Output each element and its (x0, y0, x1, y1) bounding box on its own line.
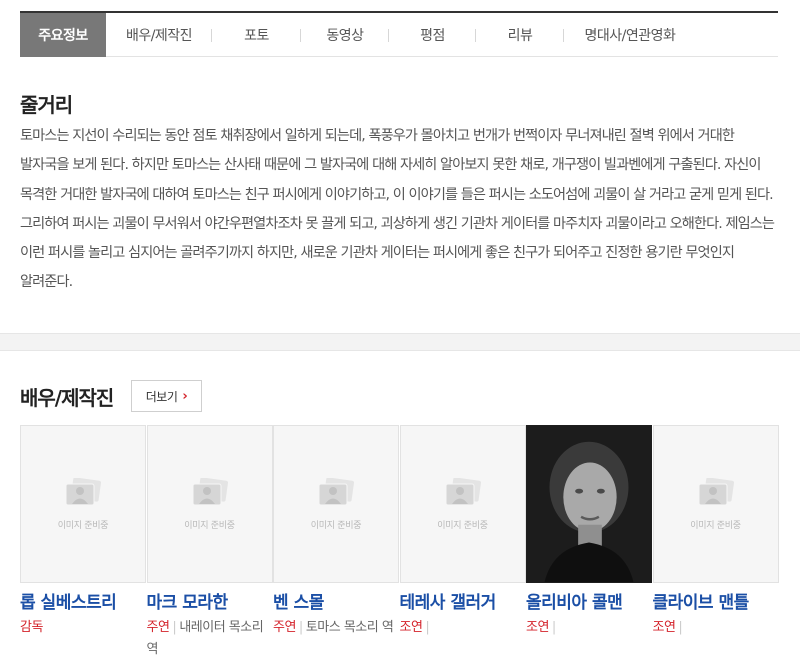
cast-list: 이미지 준비중 롭 실베스트리 감독 이미지 준비중 마크 모라한 주연 | 내레이… (20, 425, 780, 657)
no-image-placeholder[interactable]: 이미지 준비중 (20, 425, 146, 583)
role-type: 주연 (146, 620, 170, 635)
cast-card[interactable]: 이미지 준비중 마크 모라한 주연 | 내레이터 목소리 역 (146, 425, 274, 657)
cast-name-link[interactable]: 벤 스몰 (273, 588, 399, 613)
tab-label: 배우/제작진 (125, 27, 193, 44)
cast-card[interactable]: 이미지 준비중 롭 실베스트리 감독 (20, 425, 147, 635)
cast-section-title: 배우/제작진 (20, 386, 114, 410)
no-image-placeholder[interactable]: 이미지 준비중 (399, 425, 526, 583)
tab-label: 평점 (420, 27, 445, 44)
tab-review[interactable]: 리뷰 (476, 13, 564, 57)
no-image-text: 이미지 준비중 (57, 520, 109, 531)
role-separator: | (172, 620, 177, 635)
cast-card[interactable]: 이미지 준비중 벤 스몰 주연 | 토마스 목소리 역 (273, 425, 400, 635)
no-image-text: 이미지 준비중 (310, 520, 362, 531)
cast-info: 클라이브 맨틀 조연 | (653, 588, 779, 639)
more-button[interactable]: 더보기 › (131, 380, 202, 412)
tab-label: 포토 (244, 27, 269, 44)
cast-card[interactable]: 이미지 준비중 클라이브 맨틀 조연 | (652, 425, 780, 635)
role-separator: | (425, 620, 430, 635)
no-image-text: 이미지 준비중 (184, 520, 235, 531)
cast-name-link[interactable]: 테레사 갤러거 (400, 588, 526, 613)
cast-info: 올리비아 콜맨 조연 | (526, 588, 652, 639)
portrait-photo (527, 426, 651, 582)
tab-label: 리뷰 (507, 27, 533, 44)
tab-rating[interactable]: 평점 (389, 13, 476, 57)
role-separator: | (678, 620, 683, 635)
cast-role: 주연 | 내레이터 목소리 역 (147, 617, 273, 661)
synopsis-title: 줄거리 (20, 93, 73, 117)
cast-info: 벤 스몰 주연 | 토마스 목소리 역 (273, 588, 399, 639)
cast-name-link[interactable]: 마크 모라한 (147, 588, 273, 613)
cast-role: 조연 | (526, 617, 652, 639)
tab-cast-crew[interactable]: 배우/제작진 (106, 13, 212, 57)
cast-role: 주연 | 토마스 목소리 역 (273, 617, 399, 639)
cast-info: 마크 모라한 주연 | 내레이터 목소리 역 (147, 588, 273, 661)
cast-photo[interactable] (526, 425, 652, 583)
role-separator: | (551, 620, 556, 635)
cast-info: 롭 실베스트리 감독 (20, 588, 146, 639)
role-type: 감독 (20, 620, 43, 635)
tab-quotes-related[interactable]: 명대사/연관영화 (564, 13, 696, 57)
more-button-label: 더보기 (145, 389, 178, 404)
no-image-icon (318, 477, 354, 505)
cast-info: 테레사 갤러거 조연 | (400, 588, 526, 639)
cast-role: 조연 | (653, 617, 779, 639)
role-type: 조연 (526, 620, 549, 635)
role-type: 조연 (399, 620, 423, 635)
tab-label: 명대사/연관영화 (584, 27, 676, 44)
tab-label: 동영상 (326, 27, 364, 44)
cast-card[interactable]: 이미지 준비중 테레사 갤러거 조연 | (399, 425, 527, 635)
role-type: 주연 (273, 620, 296, 635)
role-description: 토마스 목소리 역 (305, 620, 394, 635)
no-image-placeholder[interactable]: 이미지 준비중 (146, 425, 273, 583)
tab-bar: 주요정보 배우/제작진 포토 동영상 평점 리뷰 명대사/연관영화 (20, 11, 778, 57)
no-image-icon (192, 477, 228, 505)
tab-photo[interactable]: 포토 (212, 13, 301, 57)
no-image-placeholder[interactable]: 이미지 준비중 (652, 425, 779, 583)
cast-name-link[interactable]: 클라이브 맨틀 (653, 588, 779, 613)
cast-role: 조연 | (400, 617, 526, 639)
tab-video[interactable]: 동영상 (301, 13, 389, 57)
tab-main-info[interactable]: 주요정보 (20, 12, 106, 57)
cast-name-link[interactable]: 롭 실베스트리 (20, 588, 146, 613)
role-type: 조연 (652, 620, 676, 635)
cast-name-link[interactable]: 올리비아 콜맨 (526, 588, 652, 613)
no-image-text: 이미지 준비중 (437, 520, 488, 531)
no-image-text: 이미지 준비중 (690, 520, 741, 531)
no-image-icon (698, 477, 734, 505)
section-divider (0, 333, 800, 351)
synopsis-text: 토마스는 지선이 수리되는 동안 점토 채취장에서 일하게 되는데, 폭풍우가 … (20, 128, 775, 291)
chevron-right-icon: › (182, 388, 188, 404)
role-separator: | (298, 620, 303, 635)
tab-label: 주요정보 (38, 27, 88, 44)
no-image-icon (65, 477, 101, 505)
no-image-icon (445, 477, 481, 505)
cast-card[interactable]: 올리비아 콜맨 조연 | (526, 425, 653, 635)
no-image-placeholder[interactable]: 이미지 준비중 (273, 425, 399, 583)
cast-role: 감독 (20, 617, 146, 639)
